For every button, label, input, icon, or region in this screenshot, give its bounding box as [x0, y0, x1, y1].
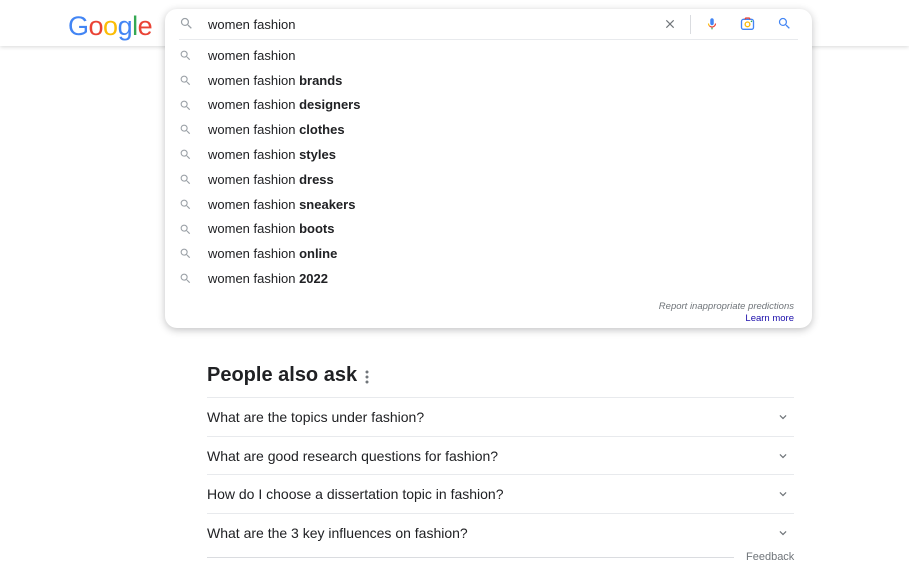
suggestion-item[interactable]: women fashion designers [165, 93, 812, 118]
suggestion-item[interactable]: women fashion online [165, 241, 812, 266]
search-icon [180, 273, 191, 284]
suggestion-item[interactable]: women fashion sneakers [165, 192, 812, 217]
suggestion-text: women fashion brands [208, 72, 343, 88]
paa-question-text: What are the 3 key influences on fashion… [207, 524, 468, 541]
search-icon [180, 199, 191, 209]
feedback-link[interactable]: Feedback [746, 551, 794, 563]
paa-question[interactable]: How do I choose a dissertation topic in … [207, 474, 794, 513]
suggestion-item[interactable]: women fashion brands [165, 68, 812, 93]
clear-icon[interactable] [663, 17, 677, 31]
paa-question-text: How do I choose a dissertation topic in … [207, 486, 504, 502]
learn-more-link[interactable]: Learn more [745, 313, 794, 324]
suggestion-item[interactable]: women fashion dress [165, 167, 812, 192]
suggestion-text: women fashion clothes [208, 122, 345, 138]
search-box [165, 9, 812, 39]
google-logo[interactable]: Google [68, 11, 153, 41]
search-divider [690, 15, 691, 34]
logo-letter: o [103, 11, 118, 41]
chevron-down-icon [779, 415, 787, 420]
people-also-ask-list: What are the topics under fashion? What … [207, 397, 794, 551]
search-separator [179, 39, 798, 40]
search-icon [180, 174, 191, 185]
suggestion-text: women fashion dress [208, 171, 334, 187]
suggestion-text: women fashion boots [208, 221, 335, 237]
paa-question[interactable]: What are good research questions for fas… [207, 435, 794, 475]
search-icon [180, 125, 191, 135]
paa-question[interactable]: What are the 3 key influences on fashion… [207, 512, 794, 552]
suggestion-item[interactable]: women fashion 2022 [165, 266, 812, 291]
search-submit-icon[interactable] [777, 16, 792, 31]
suggestion-list: women fashion women fashion brands women… [165, 43, 812, 291]
chevron-down-icon [779, 530, 787, 535]
paa-question[interactable]: What are the topics under fashion? [207, 397, 794, 436]
suggestion-text: women fashion online [208, 246, 338, 262]
report-predictions-link[interactable]: Report inappropriate predictions [659, 301, 794, 312]
paa-question-text: What are the topics under fashion? [207, 409, 425, 425]
search-icon [180, 149, 191, 160]
suggestion-text: women fashion styles [208, 147, 336, 163]
suggestion-text: women fashion 2022 [208, 271, 328, 287]
search-icon [180, 75, 191, 85]
search-icon [180, 50, 191, 61]
search-icon [180, 224, 191, 234]
camera-lens-icon[interactable] [739, 16, 756, 32]
chevron-down-icon [779, 492, 787, 497]
mic-icon[interactable] [705, 15, 719, 32]
suggestion-item[interactable]: women fashion clothes [165, 117, 812, 142]
suggestion-item[interactable]: women fashion [165, 43, 812, 68]
chevron-down-icon [779, 453, 787, 458]
search-autocomplete-panel: women fashion women fashion brands women… [165, 9, 812, 328]
feedback-divider [207, 557, 734, 558]
suggestion-text: women fashion sneakers [208, 196, 356, 212]
logo-letter: e [137, 11, 153, 41]
search-icon [180, 100, 191, 110]
search-icon [180, 249, 191, 259]
logo-letter: g [117, 11, 133, 41]
more-vert-icon[interactable] [361, 369, 373, 385]
search-icon [180, 17, 192, 29]
suggestion-item[interactable]: women fashion boots [165, 217, 812, 242]
logo-letter: o [88, 11, 104, 41]
suggestion-item[interactable]: women fashion styles [165, 142, 812, 167]
people-also-ask-title: People also ask [207, 364, 358, 386]
search-input[interactable] [208, 14, 648, 34]
paa-question-text: What are good research questions for fas… [207, 447, 499, 464]
suggestion-text: women fashion designers [208, 97, 361, 113]
suggestion-text: women fashion [208, 47, 296, 63]
logo-letter: G [68, 11, 89, 41]
